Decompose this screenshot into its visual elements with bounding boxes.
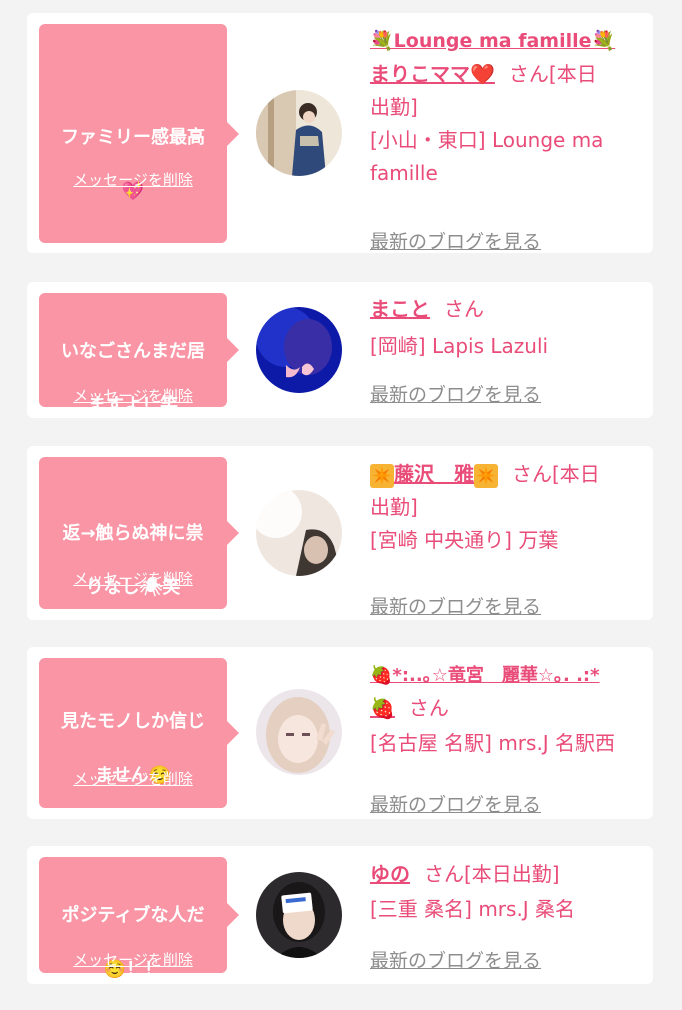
cast-name-link[interactable]: まりこママ [370, 62, 470, 86]
latest-blog-link[interactable]: 最新のブログを見る [370, 790, 541, 817]
blonde-peace-sign-portrait-icon [256, 689, 342, 775]
cast-name-link[interactable]: 🍓*:..｡☆竜宮 麗華☆｡. .:* [370, 665, 600, 686]
message-bubble: いなごさんまだ居 ますよ！笑 メッセージを削除 [39, 293, 239, 416]
message-text: 返→触らぬ神に祟 [62, 523, 204, 544]
kimono-portrait-icon [256, 90, 342, 176]
shop-line: [小山・東口] Lounge ma [370, 128, 604, 152]
cast-name-link[interactable]: まこと [370, 297, 430, 321]
status-text: [本日出勤] [464, 862, 560, 886]
message-bubble: ポジティブな人だ ☺️！！ メッセージを削除 [39, 857, 239, 980]
latest-blog-link[interactable]: 最新のブログを見る [370, 592, 541, 619]
latest-blog-link[interactable]: 最新のブログを見る [370, 380, 541, 407]
cast-name-link[interactable]: ゆの [370, 862, 410, 886]
shop-line: [岡崎] Lapis Lazuli [370, 334, 549, 358]
shop-name-link[interactable]: 💐Lounge ma famille💐 [370, 30, 615, 52]
blue-light-butterfly-portrait-icon [256, 307, 342, 393]
delete-message-button[interactable]: メッセージを削除 [39, 949, 227, 970]
message-card: 見たモノしか信じ ません☺️ メッセージを削除 🍓*:..｡☆竜宮 麗華☆｡. … [27, 647, 653, 819]
message-bubble: 返→触らぬ神に祟 りなし🕷笑 メッセージを削除 [39, 457, 239, 609]
message-card: いなごさんまだ居 ますよ！笑 メッセージを削除 まこと さん [岡崎] Lapis… [27, 282, 653, 418]
status-text-cont: 出勤] [370, 95, 418, 119]
cast-info: ✴️ 藤沢 雅 ✴️ さん[本日 出勤] [宮崎 中央通り] 万葉 最新のブログを見る [370, 458, 650, 618]
delete-message-button[interactable]: メッセージを削除 [39, 768, 227, 789]
avatar[interactable] [256, 689, 342, 775]
message-card: ポジティブな人だ ☺️！！ メッセージを削除 ゆの さん[本日出勤] [三重 桑名… [27, 846, 653, 984]
message-text: ファミリー感最高 [61, 127, 205, 148]
message-bubble: ファミリー感最高 💖 メッセージを削除 [39, 24, 239, 243]
latest-blog-link[interactable]: 最新のブログを見る [370, 946, 541, 973]
avatar[interactable] [256, 490, 342, 576]
message-bubble: 見たモノしか信じ ません☺️ メッセージを削除 [39, 658, 239, 808]
sparkle-badge-icon: ✴️ [370, 464, 394, 488]
status-text-cont: 出勤] [370, 495, 418, 519]
delete-message-button[interactable]: メッセージを削除 [39, 568, 227, 589]
cast-name-link[interactable]: 藤沢 雅 [394, 462, 474, 486]
cast-info: 💐Lounge ma famille💐 まりこママ❤️ さん[本日 出勤] [小山… [370, 25, 650, 253]
honorific: さん [512, 462, 552, 486]
delete-message-button[interactable]: メッセージを削除 [39, 385, 227, 406]
message-list: ファミリー感最高 💖 メッセージを削除 💐Lounge ma famille💐 … [0, 0, 682, 1000]
card-covered-portrait-icon [256, 872, 342, 958]
soft-light-portrait-icon [256, 490, 342, 576]
status-text: [本日 [548, 62, 597, 86]
message-text: 見たモノしか信じ [61, 711, 205, 732]
latest-blog-link[interactable]: 最新のブログを見る [370, 227, 541, 254]
honorific: さん [424, 862, 464, 886]
honorific: さん [408, 696, 449, 720]
avatar[interactable] [256, 307, 342, 393]
cast-info: まこと さん [岡崎] Lapis Lazuli 最新のブログを見る [370, 293, 650, 406]
sparkle-badge-icon: ✴️ [474, 464, 498, 488]
shop-line: [宮崎 中央通り] 万葉 [370, 528, 559, 552]
delete-message-button[interactable]: メッセージを削除 [39, 169, 227, 190]
shop-line-cont: famille [370, 161, 438, 185]
status-text: [本日 [552, 462, 600, 486]
cast-info: ゆの さん[本日出勤] [三重 桑名] mrs.J 桑名 最新のブログを見る [370, 858, 650, 972]
strawberry-icon: 🍓 [370, 696, 395, 720]
avatar[interactable] [256, 872, 342, 958]
honorific: さん [444, 297, 484, 321]
message-card: 返→触らぬ神に祟 りなし🕷笑 メッセージを削除 ✴️ 藤沢 雅 ✴️ さん[本日 出勤… [27, 446, 653, 620]
cast-info: 🍓*:..｡☆竜宮 麗華☆｡. .:* 🍓 さん [名古屋 名駅] mrs.J 名… [370, 659, 650, 816]
message-text: ポジティブな人だ [61, 905, 205, 926]
shop-line: [名古屋 名駅] mrs.J 名駅西 [370, 731, 616, 755]
heart-icon: ❤️ [470, 62, 495, 86]
avatar[interactable] [256, 90, 342, 176]
message-card: ファミリー感最高 💖 メッセージを削除 💐Lounge ma famille💐 … [27, 13, 653, 253]
honorific: さん [508, 62, 549, 86]
shop-line: [三重 桑名] mrs.J 桑名 [370, 897, 576, 921]
message-text: いなごさんまだ居 [61, 341, 205, 362]
